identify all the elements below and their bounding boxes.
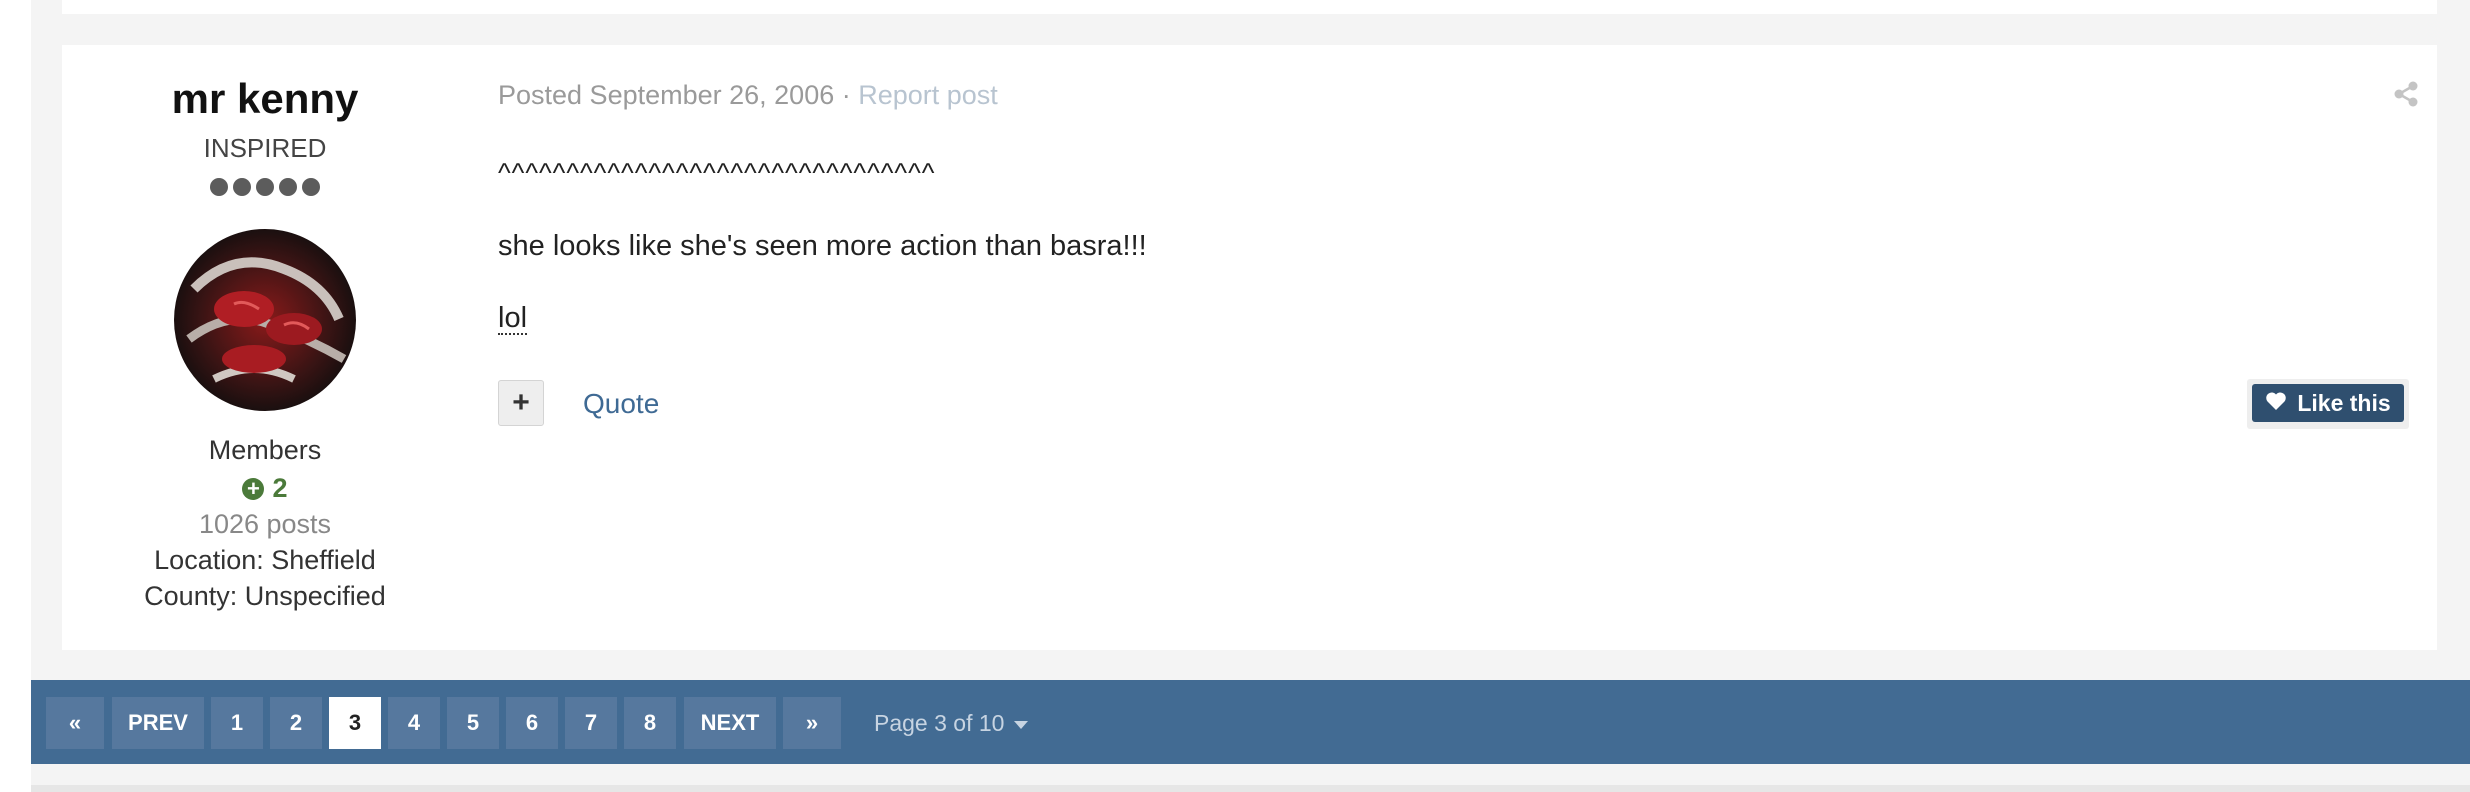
next-page-button[interactable]: NEXT <box>684 697 776 749</box>
post-content-line: she looks like she's seen more action th… <box>498 230 1147 262</box>
page-button-5[interactable]: 5 <box>447 697 499 749</box>
bottom-divider <box>31 785 2470 792</box>
meta-separator: · <box>834 80 859 110</box>
caret-down-icon <box>1014 720 1029 729</box>
page-jump-dropdown[interactable]: Page 3 of 10 <box>874 697 1029 749</box>
like-button[interactable]: Like this <box>2252 384 2404 422</box>
rank-pip <box>210 178 228 196</box>
reaction-container: Like this <box>2247 379 2409 429</box>
page-button-7[interactable]: 7 <box>565 697 617 749</box>
post-content-line: ^^^^^^^^^^^^^^^^^^^^^^^^^^^^^^^^ <box>498 158 936 188</box>
first-page-button[interactable]: « <box>46 697 104 749</box>
post-count: 1026 posts <box>198 509 332 539</box>
post-meta: Posted September 26, 2006 · Report post <box>498 80 998 111</box>
reputation: + 2 <box>62 473 468 504</box>
share-icon[interactable] <box>2392 80 2420 108</box>
posted-date[interactable]: Posted September 26, 2006 <box>498 80 834 110</box>
rank-pip <box>233 178 251 196</box>
rank-pips <box>210 178 320 198</box>
rank-pip <box>302 178 320 196</box>
page-button-4[interactable]: 4 <box>388 697 440 749</box>
page-button-2[interactable]: 2 <box>270 697 322 749</box>
multiquote-button[interactable]: + <box>498 380 544 426</box>
page-button-8[interactable]: 8 <box>624 697 676 749</box>
like-label: Like this <box>2297 389 2391 416</box>
page-button-6[interactable]: 6 <box>506 697 558 749</box>
pagination-bar: « PREV 1 2 3 4 5 6 7 8 NEXT » Page 3 of … <box>31 680 2470 764</box>
post-content-abbr: lol <box>498 302 528 335</box>
reputation-value: 2 <box>272 473 288 503</box>
rank-pip <box>256 178 274 196</box>
page-of-label: Page 3 of 10 <box>874 710 1005 736</box>
author-name[interactable]: mr kenny <box>62 75 468 123</box>
quote-button[interactable]: Quote <box>583 388 659 420</box>
member-group: Members <box>208 435 322 465</box>
rank-pip <box>279 178 297 196</box>
rank-title: INSPIRED <box>203 133 327 163</box>
heart-icon <box>2265 390 2287 417</box>
prev-page-button[interactable]: PREV <box>112 697 204 749</box>
plus-circle-icon: + <box>242 477 265 500</box>
previous-post-card <box>62 0 2437 14</box>
author-county: County: Unspecified <box>144 581 386 611</box>
avatar[interactable] <box>174 229 356 411</box>
last-page-button[interactable]: » <box>783 697 841 749</box>
author-panel: mr kenny INSPIRED Members + 2 1026 posts… <box>62 45 468 650</box>
author-location: Location: Sheffield <box>154 545 376 575</box>
report-post-link[interactable]: Report post <box>858 80 998 110</box>
page-button-1[interactable]: 1 <box>211 697 263 749</box>
page-button-3-current[interactable]: 3 <box>329 697 381 749</box>
